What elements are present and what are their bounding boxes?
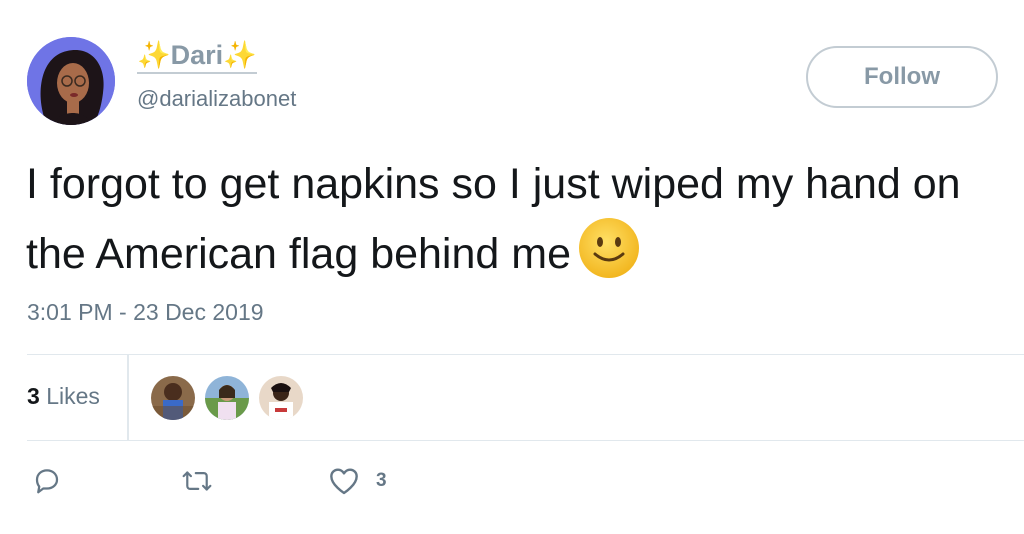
retweet-icon [182, 471, 212, 491]
divider [27, 440, 1024, 441]
tweet-text: I forgot to get napkins so I just wiped … [26, 152, 986, 298]
liker-avatar-1[interactable] [151, 376, 195, 420]
display-name-text: Dari [170, 40, 224, 70]
tweet-timestamp[interactable]: 3:01 PM - 23 Dec 2019 [27, 299, 264, 326]
liker-avatar-3[interactable] [259, 376, 303, 420]
like-count: 3 [376, 470, 387, 491]
user-avatar[interactable] [27, 37, 115, 125]
user-handle[interactable]: @darializabonet [137, 86, 296, 112]
sparkle-icon: ✨ [223, 40, 257, 70]
reply-icon [35, 469, 59, 494]
divider [127, 355, 129, 440]
likes-stat[interactable]: 3 Likes [27, 383, 100, 410]
liker-avatar-2[interactable] [205, 376, 249, 420]
follow-button[interactable]: Follow [806, 46, 998, 108]
slightly-smiling-face-icon [577, 216, 641, 298]
retweet-button[interactable] [180, 466, 214, 496]
display-name[interactable]: ✨Dari✨ [137, 38, 257, 74]
sparkle-icon: ✨ [137, 40, 171, 70]
like-button[interactable]: 3 [328, 466, 387, 496]
tweet-body: I forgot to get napkins so I just wiped … [26, 160, 961, 278]
reply-button[interactable] [32, 466, 62, 496]
likes-count: 3 [27, 383, 40, 409]
heart-icon [330, 468, 358, 495]
divider [27, 354, 1024, 355]
likes-label: Likes [46, 383, 100, 409]
